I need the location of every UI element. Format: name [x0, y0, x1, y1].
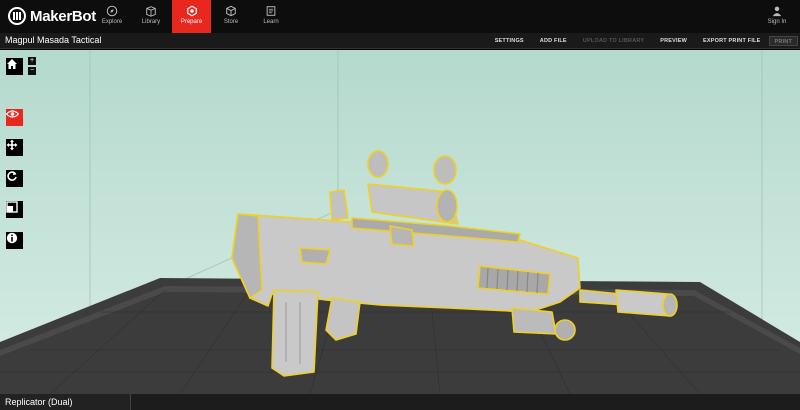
prepare-icon	[186, 5, 197, 17]
makerbot-logo-icon	[8, 7, 26, 25]
user-icon	[772, 6, 782, 17]
nav-library[interactable]: Library	[131, 0, 171, 33]
nav-store[interactable]: Store	[211, 0, 251, 33]
nav-library-label: Library	[141, 19, 161, 25]
move-tool-button[interactable]	[6, 139, 23, 156]
sign-in-button[interactable]: Sign In	[762, 0, 792, 33]
upload-to-library-button[interactable]: UPLOAD TO LIBRARY	[575, 38, 652, 44]
compass-icon	[106, 5, 118, 17]
nav-learn-label: Learn	[263, 19, 279, 25]
move-icon	[6, 139, 18, 151]
printer-selector[interactable]: Replicator (Dual)	[0, 394, 131, 410]
nav-explore[interactable]: Explore	[92, 0, 132, 33]
scene	[0, 50, 800, 394]
scale-tool-button[interactable]	[6, 201, 23, 218]
export-print-file-button[interactable]: EXPORT PRINT FILE	[695, 38, 769, 44]
3d-viewport[interactable]: + −	[0, 50, 800, 394]
makerbot-logo[interactable]: MakerBot	[8, 6, 96, 26]
rotate-tool-button[interactable]	[6, 170, 23, 187]
zoom-out-button[interactable]: −	[28, 67, 36, 75]
home-view-button[interactable]	[6, 58, 23, 75]
rotate-icon	[7, 171, 17, 181]
top-navigation: MakerBot Explore Library Prepare Store L…	[0, 0, 800, 33]
add-file-button[interactable]: ADD FILE	[532, 38, 575, 44]
eye-icon	[6, 110, 19, 118]
home-icon	[7, 59, 17, 69]
cube-icon	[226, 5, 236, 17]
info-icon	[6, 232, 18, 244]
library-icon	[146, 6, 156, 17]
look-tool-button[interactable]	[6, 109, 23, 126]
nav-store-label: Store	[223, 19, 239, 25]
project-bar: Magpul Masada Tactical SETTINGS ADD FILE…	[0, 33, 800, 49]
object-info-button[interactable]	[6, 232, 23, 249]
sign-in-label: Sign In	[767, 19, 787, 25]
nav-prepare[interactable]: Prepare	[172, 0, 211, 33]
nav-prepare-label: Prepare	[180, 19, 203, 25]
preview-button[interactable]: PREVIEW	[652, 38, 695, 44]
nav-learn[interactable]: Learn	[251, 0, 291, 33]
zoom-in-button[interactable]: +	[28, 57, 36, 65]
brand-name: MakerBot	[30, 7, 96, 25]
status-bar: Replicator (Dual)	[0, 394, 800, 410]
action-menu: SETTINGS ADD FILE UPLOAD TO LIBRARY PREV…	[487, 33, 800, 49]
settings-button[interactable]: SETTINGS	[487, 38, 532, 44]
project-title[interactable]: Magpul Masada Tactical	[5, 35, 101, 45]
scale-icon	[6, 201, 18, 213]
print-button[interactable]: PRINT	[768, 36, 798, 46]
nav-explore-label: Explore	[101, 19, 123, 25]
book-icon	[266, 6, 276, 16]
